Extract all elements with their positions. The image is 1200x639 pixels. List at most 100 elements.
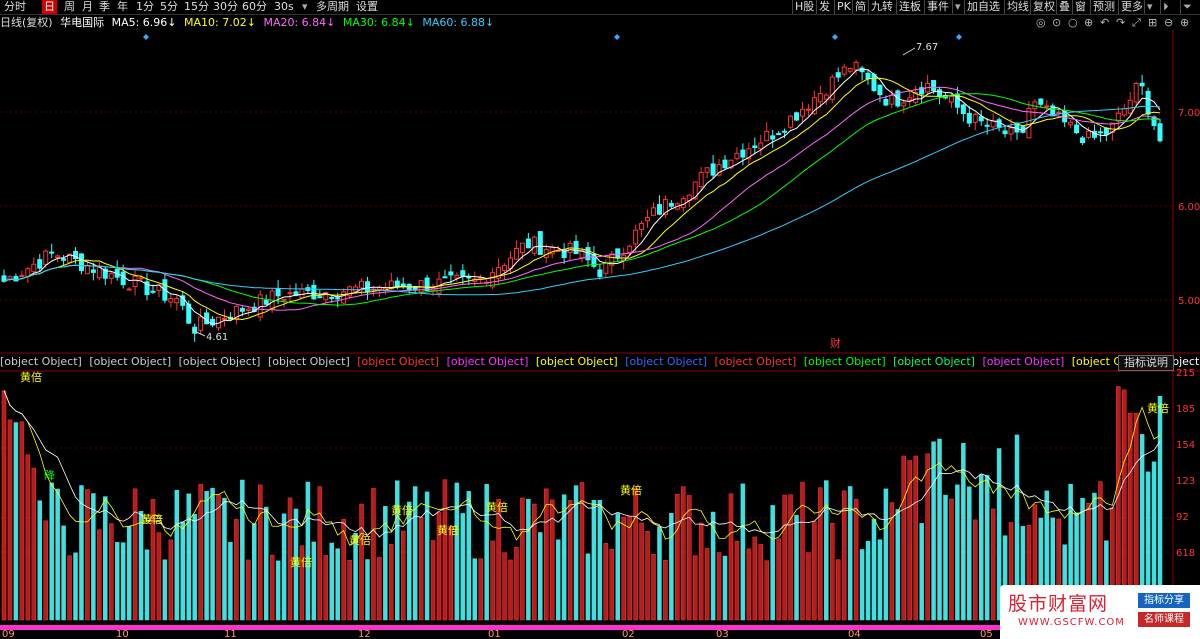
candle-body bbox=[799, 108, 805, 117]
volume-bar bbox=[281, 513, 287, 621]
volume-bar bbox=[412, 486, 418, 621]
candle-body bbox=[138, 277, 144, 280]
volume-bar bbox=[669, 513, 674, 621]
volume-annotation: 黄倍 bbox=[1147, 401, 1169, 415]
candle-body bbox=[61, 258, 67, 261]
candle-body bbox=[704, 167, 710, 173]
candle-body bbox=[722, 159, 728, 169]
candle-body bbox=[502, 265, 508, 271]
month-label: 12 bbox=[358, 629, 371, 639]
volume-bar bbox=[79, 485, 84, 621]
month-label: 09 bbox=[2, 629, 15, 639]
volume-bar bbox=[657, 526, 662, 621]
candle-body bbox=[1002, 130, 1008, 135]
volume-bar bbox=[43, 520, 48, 621]
volume-bar bbox=[830, 523, 835, 621]
volume-bar bbox=[442, 479, 448, 621]
low-price-label: 4.61 bbox=[206, 332, 228, 343]
candle-body bbox=[1133, 82, 1139, 103]
volume-bar bbox=[913, 455, 918, 621]
indicator-help-button[interactable]: 指标说明 bbox=[1118, 355, 1174, 371]
candle-body bbox=[764, 130, 770, 142]
event-diamond-icon[interactable] bbox=[832, 34, 838, 40]
candle-body bbox=[245, 308, 251, 311]
candle-body bbox=[359, 280, 365, 289]
candle-body bbox=[841, 66, 847, 75]
volume-bar bbox=[109, 523, 114, 621]
candle-body bbox=[1056, 111, 1062, 114]
candle-body bbox=[442, 276, 448, 279]
candle-body bbox=[13, 275, 19, 282]
volume-bar bbox=[174, 489, 180, 621]
volume-bar bbox=[371, 488, 376, 621]
candle-body bbox=[1103, 127, 1109, 135]
candle-body bbox=[454, 274, 460, 279]
volume-bar bbox=[561, 494, 567, 621]
volume-bar bbox=[746, 548, 752, 621]
volume-bar bbox=[687, 495, 692, 621]
volume-bar bbox=[67, 555, 72, 621]
candle-body bbox=[204, 312, 210, 325]
volume-annotation: 黄倍 bbox=[620, 483, 642, 497]
candle-body bbox=[883, 98, 889, 106]
candle-body bbox=[877, 84, 883, 96]
volume-bar bbox=[984, 475, 990, 621]
price-up-vol-down-value: [object Object] bbox=[893, 355, 975, 368]
volume-bar bbox=[323, 555, 329, 621]
site-watermark: 股市财富网 WWW.GSCFW.COM 指标分享 名师课程 bbox=[1000, 585, 1200, 639]
candle-body bbox=[948, 95, 954, 103]
volume-bar bbox=[812, 521, 817, 621]
candle-body bbox=[1145, 90, 1151, 115]
candle-body bbox=[537, 231, 543, 255]
candle-body bbox=[120, 271, 126, 286]
volume-bar bbox=[692, 555, 698, 621]
kline-chart[interactable]: 7.00 6.00 5.00 215 185 154 123 92 618 7.… bbox=[0, 0, 1200, 639]
volume-tick: 154 bbox=[1176, 440, 1195, 451]
financial-event-marker[interactable]: 财 bbox=[830, 336, 841, 350]
candle-body bbox=[645, 216, 651, 222]
event-diamond-icon[interactable] bbox=[614, 34, 620, 40]
volume-bar bbox=[931, 441, 936, 621]
volume-bar bbox=[257, 484, 263, 621]
candle-body bbox=[668, 202, 674, 207]
volume-bar bbox=[681, 486, 686, 621]
candle-body bbox=[805, 108, 811, 111]
volume-bar bbox=[85, 489, 90, 621]
indicator-name[interactable]: [object Object] bbox=[0, 355, 82, 368]
volume-bar bbox=[728, 493, 734, 621]
volume-bar bbox=[466, 491, 472, 621]
candle-body bbox=[239, 308, 245, 312]
volume-annotation: 黄倍 bbox=[437, 523, 459, 537]
volume-bar bbox=[651, 554, 656, 621]
volume-bar bbox=[722, 555, 728, 621]
volume-bar bbox=[978, 474, 984, 621]
volume-bar bbox=[973, 519, 978, 621]
candle-body bbox=[758, 142, 764, 150]
volume-bar bbox=[496, 498, 501, 621]
volume-bar bbox=[1, 390, 7, 621]
volume-annotation: 黄倍 bbox=[486, 500, 508, 514]
volume-bar bbox=[949, 498, 954, 621]
volume-bar bbox=[639, 522, 644, 621]
volume-tick: 618 bbox=[1176, 548, 1195, 559]
candle-body bbox=[311, 284, 317, 300]
candle-body bbox=[31, 263, 37, 273]
volume-bar bbox=[645, 531, 650, 621]
volume-annotation: 黄倍 bbox=[20, 370, 42, 384]
event-diamond-icon[interactable] bbox=[143, 34, 149, 40]
volume-bar bbox=[478, 558, 483, 621]
candle-body bbox=[1097, 131, 1103, 134]
candle-body bbox=[376, 287, 382, 291]
candle-body bbox=[126, 288, 132, 291]
volume-bar bbox=[377, 557, 382, 621]
volume-bar bbox=[37, 500, 43, 621]
price-tick: 6.00 bbox=[1178, 202, 1200, 213]
candle-body bbox=[752, 145, 758, 149]
event-diamond-icon[interactable] bbox=[956, 34, 962, 40]
volume-annotation: 黄倍 bbox=[349, 533, 371, 547]
candle-body bbox=[603, 261, 609, 274]
volume-bar bbox=[246, 559, 251, 621]
volume-bar bbox=[526, 498, 531, 621]
candle-body bbox=[847, 68, 853, 72]
candle-body bbox=[734, 152, 740, 160]
